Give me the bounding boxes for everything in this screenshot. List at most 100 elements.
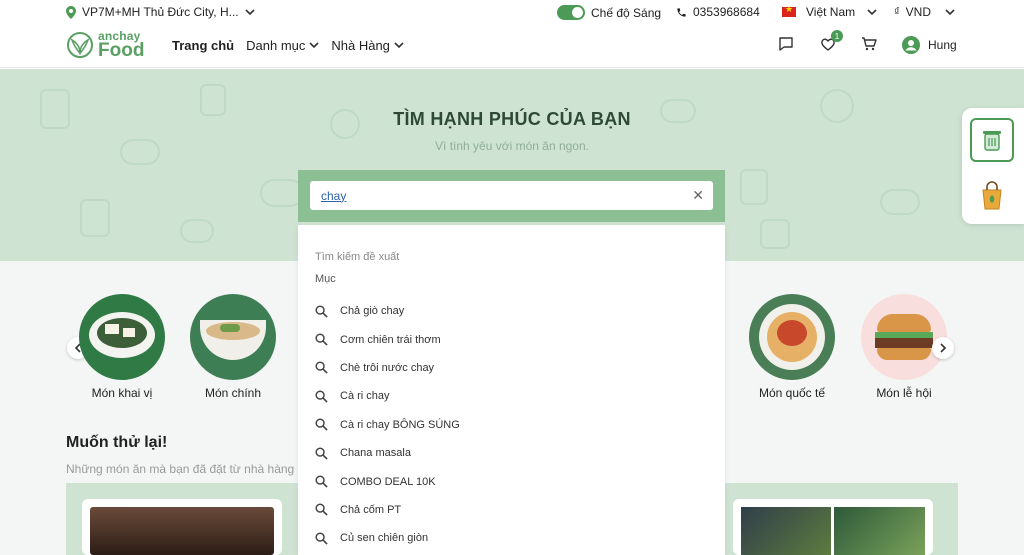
nav-categories-label: Danh mục bbox=[246, 38, 306, 53]
user-avatar-icon bbox=[902, 36, 920, 54]
suggestion-label: COMBO DEAL 10K bbox=[340, 475, 436, 488]
main-header: anchay Food Trang chủ Danh mục Nhà Hàng … bbox=[0, 25, 1024, 68]
user-menu[interactable]: Hung bbox=[902, 36, 957, 54]
logo-big-text: Food bbox=[98, 40, 145, 61]
theme-switch[interactable] bbox=[557, 5, 585, 20]
recycle-bin-icon bbox=[983, 131, 1001, 151]
suggestion-item[interactable]: Chả cốm PT bbox=[315, 496, 715, 524]
brand-logo[interactable]: anchay Food bbox=[66, 30, 144, 60]
category-main[interactable]: Món chính bbox=[178, 294, 288, 400]
clear-search-icon[interactable]: ✕ bbox=[692, 187, 704, 204]
cart-icon bbox=[862, 37, 877, 51]
chat-icon bbox=[779, 37, 793, 51]
suggestion-item[interactable]: Chana masala bbox=[315, 439, 715, 467]
chevron-down-icon bbox=[245, 8, 255, 15]
category-label: Món quốc tế bbox=[758, 386, 826, 400]
suggestion-item[interactable]: COMBO DEAL 10K bbox=[315, 467, 715, 495]
suggestion-label: Cơm chiên trái thơm bbox=[340, 333, 441, 346]
nav-home[interactable]: Trang chủ bbox=[172, 38, 234, 53]
category-image bbox=[79, 294, 165, 380]
location-pin-icon bbox=[66, 5, 76, 19]
suggestion-label: Chana masala bbox=[340, 447, 411, 460]
suggestion-item[interactable]: Củ sen chiên giòn bbox=[315, 524, 715, 552]
suggestion-label: Chè trôi nước chay bbox=[340, 361, 435, 374]
decor-shape bbox=[180, 219, 214, 243]
nav-restaurants-label: Nhà Hàng bbox=[331, 38, 390, 53]
search-icon bbox=[315, 532, 328, 545]
recent-section-subtitle: Những món ăn mà bạn đã đặt từ nhà hàng g bbox=[66, 462, 305, 476]
decor-shape bbox=[80, 199, 110, 237]
nav-restaurants[interactable]: Nhà Hàng bbox=[331, 38, 404, 53]
theme-toggle[interactable]: Chế độ Sáng bbox=[557, 5, 661, 20]
search-icon bbox=[315, 390, 328, 403]
suggestion-item[interactable]: Cà ri chay bbox=[315, 382, 715, 410]
search-input[interactable]: chay ✕ bbox=[310, 181, 713, 210]
leaf-logo-icon bbox=[67, 32, 93, 58]
restaurant-image bbox=[90, 507, 274, 555]
chevron-down-icon bbox=[309, 42, 319, 49]
suggestion-label: Cà ri chay BÔNG SÚNG bbox=[340, 418, 460, 431]
floating-side-panel bbox=[962, 108, 1024, 224]
chat-button[interactable] bbox=[778, 36, 794, 52]
nav-home-label: Trang chủ bbox=[172, 38, 235, 53]
category-appetizer[interactable]: Món khai vị bbox=[67, 294, 177, 400]
language-label: Việt Nam bbox=[806, 5, 856, 19]
restaurant-card[interactable] bbox=[82, 499, 282, 555]
suggestions-header: Tìm kiếm đề xuất bbox=[315, 251, 400, 263]
restaurant-image bbox=[834, 507, 925, 555]
phone-contact[interactable]: 0353968684 bbox=[676, 5, 760, 19]
search-icon bbox=[315, 305, 328, 318]
suggestion-label: Củ sen chiên giòn bbox=[340, 532, 429, 545]
chevron-right-icon bbox=[940, 343, 947, 353]
location-selector[interactable]: VP7M+MH Thủ Đức City, H... bbox=[66, 5, 255, 19]
category-image bbox=[749, 294, 835, 380]
search-icon bbox=[315, 503, 328, 517]
restaurant-image bbox=[741, 507, 831, 555]
currency-label: VND bbox=[905, 5, 931, 19]
search-icon bbox=[315, 475, 328, 488]
phone-number: 0353968684 bbox=[693, 5, 760, 19]
search-icon bbox=[315, 361, 328, 375]
suggestion-item[interactable]: Cà ri chay BÔNG SÚNG bbox=[315, 411, 715, 439]
category-image bbox=[190, 294, 276, 380]
suggestions-section-label: Mục bbox=[315, 273, 336, 285]
search-suggestions-dropdown: Tìm kiếm đề xuất Mục Chả giò chay Cơm ch… bbox=[298, 225, 725, 555]
user-name: Hung bbox=[928, 38, 957, 52]
suggestion-label: Chả cốm PT bbox=[340, 503, 402, 516]
search-icon bbox=[315, 333, 328, 346]
search-container: chay ✕ bbox=[298, 170, 725, 222]
green-bag-button[interactable] bbox=[970, 174, 1014, 218]
top-bar: VP7M+MH Thủ Đức City, H... Chế độ Sáng 0… bbox=[0, 0, 1024, 25]
suggestion-item[interactable]: Chè trôi nước chay bbox=[315, 354, 715, 382]
decor-shape bbox=[740, 169, 768, 205]
cart-button[interactable] bbox=[861, 36, 877, 52]
phone-icon bbox=[677, 7, 686, 17]
location-text: VP7M+MH Thủ Đức City, H... bbox=[82, 5, 239, 19]
suggestion-item[interactable]: Chả giò chay bbox=[315, 297, 715, 325]
search-value: chay bbox=[321, 188, 347, 203]
restaurant-card[interactable] bbox=[733, 499, 933, 555]
category-international[interactable]: Món quốc tế bbox=[737, 294, 847, 400]
suggestion-label: Chả giò chay bbox=[340, 305, 405, 318]
theme-label: Chế độ Sáng bbox=[591, 5, 662, 20]
search-icon bbox=[315, 418, 328, 431]
vietnam-flag-icon bbox=[782, 4, 796, 17]
currency-selector[interactable]: ₫ VND bbox=[894, 5, 955, 19]
language-selector[interactable]: Việt Nam bbox=[782, 4, 877, 19]
wishlist-badge: 1 bbox=[831, 30, 843, 42]
suggestion-item[interactable]: Cơm chiên trái thơm bbox=[315, 325, 715, 353]
chevron-down-icon bbox=[945, 8, 955, 15]
wishlist-button[interactable]: 1 bbox=[820, 30, 843, 52]
suggestions-list: Chả giò chay Cơm chiên trái thơm Chè trô… bbox=[315, 297, 715, 553]
decor-shape bbox=[880, 189, 920, 215]
nav-categories[interactable]: Danh mục bbox=[246, 38, 319, 53]
shopping-bag-icon bbox=[982, 181, 1002, 210]
suggestion-label: Cà ri chay bbox=[340, 390, 390, 403]
carousel-next-button[interactable] bbox=[932, 337, 954, 359]
chevron-down-icon bbox=[394, 42, 404, 49]
hero-title: TÌM HẠNH PHÚC CỦA BẠN bbox=[393, 109, 631, 129]
category-image bbox=[861, 294, 947, 380]
category-label: Món khai vị bbox=[91, 386, 153, 400]
eco-bin-button[interactable] bbox=[970, 118, 1014, 162]
currency-symbol: ₫ bbox=[894, 6, 900, 18]
